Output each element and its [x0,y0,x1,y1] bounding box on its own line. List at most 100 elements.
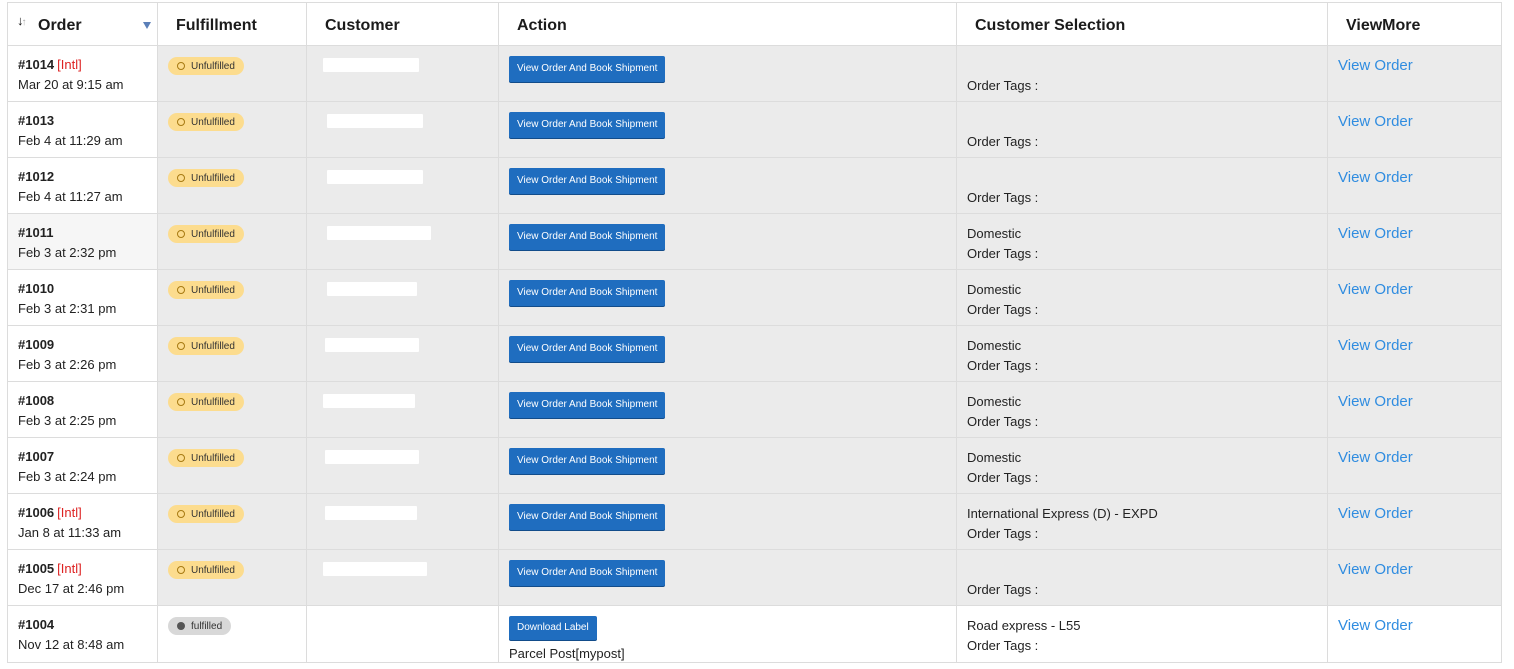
status-badge-label: Unfulfilled [191,116,235,128]
order-date: Nov 12 at 8:48 am [18,637,125,652]
hollow-circle-icon [177,230,185,238]
customer-name-redacted [323,58,419,72]
viewmore-cell: View Order [1327,269,1502,326]
order-number: #1007 [18,449,55,464]
order-number-line: #1007 [18,448,147,466]
customer-selection-cell: Order Tags : [956,101,1328,158]
table-row[interactable]: #1009 Feb 3 at 2:26 pm Unfulfilled View Ord… [7,325,1502,382]
filter-triangle-icon[interactable] [143,22,151,29]
table-row[interactable]: #1011 Feb 3 at 2:32 pm Unfulfilled View Ord… [7,213,1502,270]
order-cell: #1013 Feb 4 at 11:29 am [7,101,158,158]
customer-cell [306,45,499,102]
view-order-link[interactable]: View Order [1338,56,1413,76]
view-order-book-shipment-button[interactable]: View Order And Book Shipment [509,448,666,474]
table-row[interactable]: #1014 [Intl] Mar 20 at 9:15 am Unfulfilled V… [7,45,1502,102]
customer-name-redacted [323,394,415,408]
view-order-book-shipment-button[interactable]: View Order And Book Shipment [509,112,666,138]
customer-name-redacted [327,282,417,296]
download-label-button[interactable]: Download Label [509,616,597,640]
order-number-line: #1009 [18,336,147,354]
view-order-link[interactable]: View Order [1338,168,1413,188]
order-column-header[interactable]: ↓↑ Order [7,2,158,46]
order-cell: #1005 [Intl] Dec 17 at 2:46 pm [7,549,158,606]
hollow-circle-icon [177,62,185,70]
table-row[interactable]: #1012 Feb 4 at 11:27 am Unfulfilled View Or… [7,157,1502,214]
viewmore-cell: View Order [1327,157,1502,214]
viewmore-cell: View Order [1327,549,1502,606]
customer-cell [306,437,499,494]
view-order-book-shipment-button[interactable]: View Order And Book Shipment [509,504,666,530]
customer-selection-cell: Domestic Order Tags : [956,325,1328,382]
view-order-link[interactable]: View Order [1338,336,1413,356]
customer-selection-column-header: Customer Selection [956,2,1328,46]
view-order-link[interactable]: View Order [1338,616,1413,636]
fulfillment-cell: Unfulfilled [157,269,307,326]
table-row[interactable]: #1013 Feb 4 at 11:29 am Unfulfilled View Or… [7,101,1502,158]
fulfillment-column-header: Fulfillment [157,2,307,46]
customer-cell [306,493,499,550]
view-order-book-shipment-button[interactable]: View Order And Book Shipment [509,560,666,586]
view-order-book-shipment-button[interactable]: View Order And Book Shipment [509,280,666,306]
view-order-link[interactable]: View Order [1338,560,1413,580]
status-badge-label: Unfulfilled [191,60,235,72]
status-badge-label: Unfulfilled [191,452,235,464]
table-row[interactable]: #1008 Feb 3 at 2:25 pm Unfulfilled View Ord… [7,381,1502,438]
table-row[interactable]: #1004 Nov 12 at 8:48 am fulfilled Download … [7,605,1502,663]
order-number: #1012 [18,169,55,184]
view-order-book-shipment-button[interactable]: View Order And Book Shipment [509,392,666,418]
viewmore-cell: View Order [1327,437,1502,494]
fulfillment-cell: Unfulfilled [157,437,307,494]
shipping-selection: Domestic [967,226,1022,241]
hollow-circle-icon [177,398,185,406]
order-date: Dec 17 at 2:46 pm [18,581,125,596]
order-tags: Order Tags : [967,638,1039,653]
action-cell: View Order And Book Shipment [498,549,957,606]
shipping-selection-empty [967,112,1317,132]
fulfillment-cell: Unfulfilled [157,381,307,438]
status-badge: Unfulfilled [168,113,244,131]
order-tags: Order Tags : [967,78,1039,93]
viewmore-cell: View Order [1327,101,1502,158]
view-order-book-shipment-button[interactable]: View Order And Book Shipment [509,56,666,82]
customer-name-redacted [327,226,431,240]
order-cell: #1012 Feb 4 at 11:27 am [7,157,158,214]
view-order-link[interactable]: View Order [1338,280,1413,300]
customer-cell [306,213,499,270]
viewmore-cell: View Order [1327,45,1502,102]
status-badge: Unfulfilled [168,449,244,467]
status-badge: Unfulfilled [168,393,244,411]
status-badge: Unfulfilled [168,57,244,75]
customer-selection-cell: Order Tags : [956,45,1328,102]
hollow-circle-icon [177,118,185,126]
view-order-link[interactable]: View Order [1338,504,1413,524]
viewmore-cell: View Order [1327,381,1502,438]
viewmore-column-header: ViewMore [1327,2,1502,46]
shipping-selection: Domestic [967,282,1022,297]
view-order-book-shipment-button[interactable]: View Order And Book Shipment [509,224,666,250]
intl-tag: [Intl] [57,561,82,576]
order-number: #1009 [18,337,55,352]
fulfillment-cell: Unfulfilled [157,157,307,214]
view-order-link[interactable]: View Order [1338,392,1413,412]
order-number-line: #1012 [18,168,147,186]
orders-page: ↓↑ Order Fulfillment Customer Action Cus… [0,0,1514,669]
view-order-book-shipment-button[interactable]: View Order And Book Shipment [509,168,666,194]
table-row[interactable]: #1007 Feb 3 at 2:24 pm Unfulfilled View Ord… [7,437,1502,494]
intl-tag: [Intl] [57,505,82,520]
view-order-book-shipment-button[interactable]: View Order And Book Shipment [509,336,666,362]
table-row[interactable]: #1010 Feb 3 at 2:31 pm Unfulfilled View Ord… [7,269,1502,326]
customer-cell [306,101,499,158]
table-row[interactable]: #1006 [Intl] Jan 8 at 11:33 am Unfulfilled V… [7,493,1502,550]
view-order-link[interactable]: View Order [1338,448,1413,468]
customer-selection-cell: Road express - L55 Order Tags : [956,605,1328,663]
status-badge-label: Unfulfilled [191,228,235,240]
shipping-selection: Road express - L55 [967,618,1081,633]
view-order-link[interactable]: View Order [1338,112,1413,132]
customer-cell [306,157,499,214]
view-order-link[interactable]: View Order [1338,224,1413,244]
shipping-selection: International Express (D) - EXPD [967,506,1158,521]
status-badge-label: Unfulfilled [191,508,235,520]
sort-arrows-icon[interactable]: ↓↑ [17,13,27,28]
action-cell: Download Label Parcel Post[mypost] [498,605,957,663]
table-row[interactable]: #1005 [Intl] Dec 17 at 2:46 pm Unfulfilled V… [7,549,1502,606]
